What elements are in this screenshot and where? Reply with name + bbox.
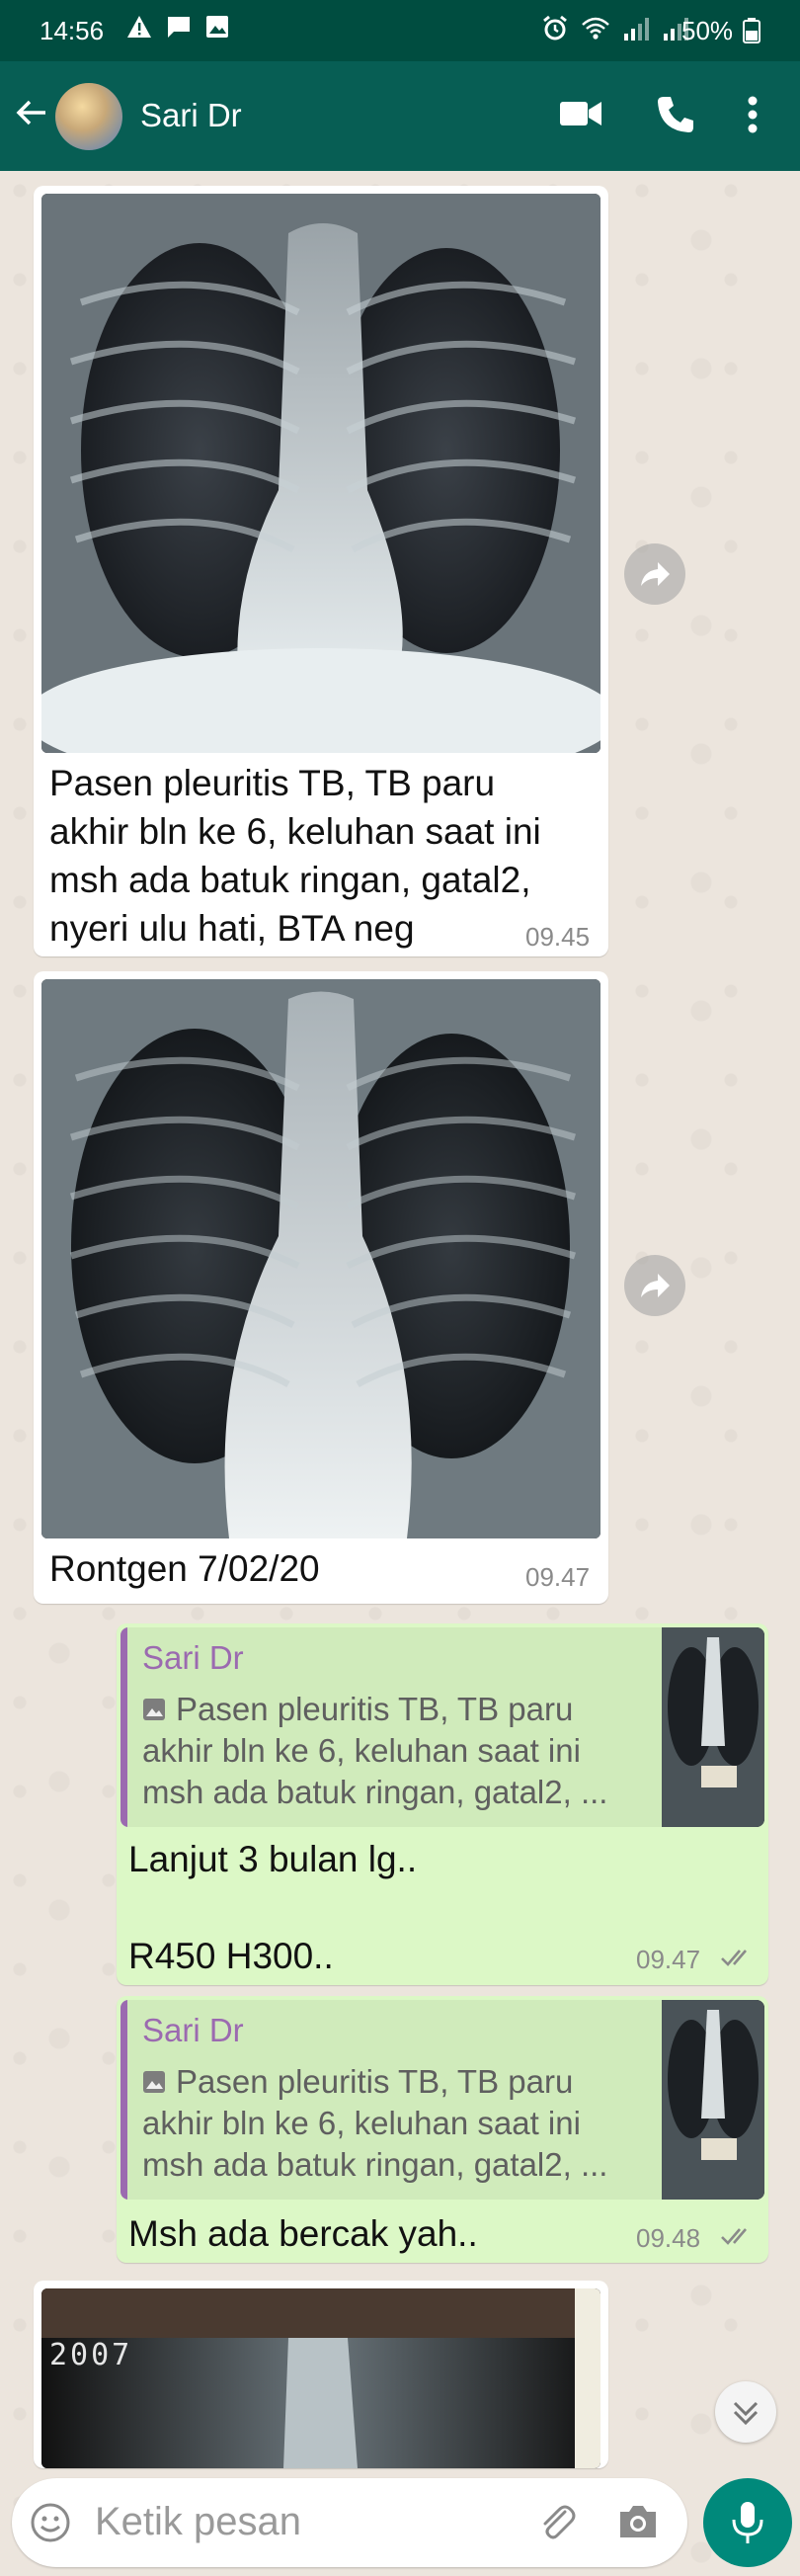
quoted-message[interactable]: Sari Dr Pasen pleuritis TB, TB paru akhi… <box>120 2000 764 2200</box>
incoming-image-message[interactable]: Rontgen 7/02/20 09.47 <box>34 971 608 1604</box>
image-label: 2007 <box>49 2338 133 2372</box>
scroll-to-bottom-button[interactable] <box>715 2381 776 2443</box>
message-text-line2: R450 H300.. <box>128 1936 334 1976</box>
caption-line: Pasen pleuritis TB, TB paru <box>49 763 496 803</box>
quote-thumbnail <box>662 1627 764 1827</box>
attach-icon[interactable] <box>535 2500 579 2543</box>
quote-line: akhir bln ke 6, keluhan saat ini <box>142 2105 581 2141</box>
quote-line: Pasen pleuritis TB, TB paru <box>176 2063 574 2100</box>
warning-icon <box>127 16 151 38</box>
xray-image[interactable] <box>41 979 600 1538</box>
more-options-icon[interactable] <box>747 95 759 134</box>
message-time: 09.47 <box>636 1945 701 1974</box>
message-time: 09.45 <box>525 922 591 952</box>
message-icon <box>168 17 190 38</box>
status-time: 14:56 <box>40 16 105 45</box>
notification-icons <box>126 15 229 39</box>
system-icons <box>541 15 689 42</box>
contact-name[interactable]: Sari Dr <box>140 97 242 134</box>
xray-image[interactable] <box>41 194 600 753</box>
caption-line: nyeri ulu hati, BTA neg <box>49 908 415 949</box>
message-time: 09.47 <box>525 1562 591 1592</box>
battery-icon <box>743 18 760 43</box>
microphone-icon <box>732 2502 763 2543</box>
quote-text: Pasen pleuritis TB, TB paru akhir bln ke… <box>142 2061 636 2186</box>
quote-line: msh ada batuk ringan, gatal2, ... <box>142 2146 608 2183</box>
incoming-image-message[interactable]: 2007 <box>34 2281 608 2468</box>
quote-thumbnail <box>662 2000 764 2200</box>
forward-icon <box>641 562 670 586</box>
message-time: 09.48 <box>636 2223 701 2253</box>
chat-header: Sari Dr <box>0 61 800 171</box>
photo-icon <box>143 1699 165 1720</box>
status-bar: 14:56 50% <box>0 0 800 61</box>
voice-message-button[interactable] <box>703 2478 792 2567</box>
forward-button[interactable] <box>624 1255 685 1316</box>
read-receipt-icon <box>721 1950 747 1966</box>
message-text-line1: Lanjut 3 bulan lg.. <box>128 1839 418 1879</box>
read-receipt-icon <box>721 2228 747 2245</box>
alarm-icon <box>543 15 567 41</box>
message-input[interactable]: Ketik pesan <box>95 2500 301 2544</box>
quote-accent-bar <box>120 2000 127 2200</box>
double-chevron-down-icon <box>733 2401 759 2426</box>
video-call-icon[interactable] <box>559 99 602 128</box>
outgoing-reply-message[interactable]: Sari Dr Pasen pleuritis TB, TB paru akhi… <box>117 1623 768 1985</box>
message-input-bar[interactable]: Ketik pesan <box>12 2478 687 2567</box>
quote-sender: Sari Dr <box>142 1639 244 1676</box>
caption-line: akhir bln ke 6, keluhan saat ini <box>49 811 541 852</box>
forward-icon <box>641 1274 670 1297</box>
emoji-icon[interactable] <box>30 2502 71 2543</box>
back-arrow-icon[interactable] <box>14 95 49 130</box>
message-caption: Pasen pleuritis TB, TB paru akhir bln ke… <box>49 759 602 953</box>
quote-accent-bar <box>120 1627 127 1827</box>
incoming-image-message[interactable]: Pasen pleuritis TB, TB paru akhir bln ke… <box>34 186 608 956</box>
quote-text: Pasen pleuritis TB, TB paru akhir bln ke… <box>142 1689 636 1813</box>
caption-line: msh ada batuk ringan, gatal2, <box>49 860 531 900</box>
forward-button[interactable] <box>624 543 685 605</box>
photo-icon <box>143 2071 165 2093</box>
quote-sender: Sari Dr <box>142 2012 244 2048</box>
camera-icon[interactable] <box>616 2502 660 2541</box>
message-caption: Rontgen 7/02/20 <box>49 1548 320 1589</box>
outgoing-reply-message[interactable]: Sari Dr Pasen pleuritis TB, TB paru akhi… <box>117 1996 768 2263</box>
signal-icon <box>624 18 649 41</box>
quote-line: akhir bln ke 6, keluhan saat ini <box>142 1732 581 1769</box>
quoted-message[interactable]: Sari Dr Pasen pleuritis TB, TB paru akhi… <box>120 1627 764 1827</box>
message-text: Msh ada bercak yah.. <box>128 2213 478 2254</box>
avatar[interactable] <box>55 83 122 150</box>
gallery-icon <box>206 16 228 38</box>
battery-percent: 50% <box>681 16 734 45</box>
xray-image[interactable]: 2007 <box>41 2288 600 2468</box>
phone-icon[interactable] <box>656 95 695 134</box>
quote-line: Pasen pleuritis TB, TB paru <box>176 1691 574 1727</box>
quote-line: msh ada batuk ringan, gatal2, ... <box>142 1774 608 1810</box>
wifi-icon <box>582 17 609 40</box>
